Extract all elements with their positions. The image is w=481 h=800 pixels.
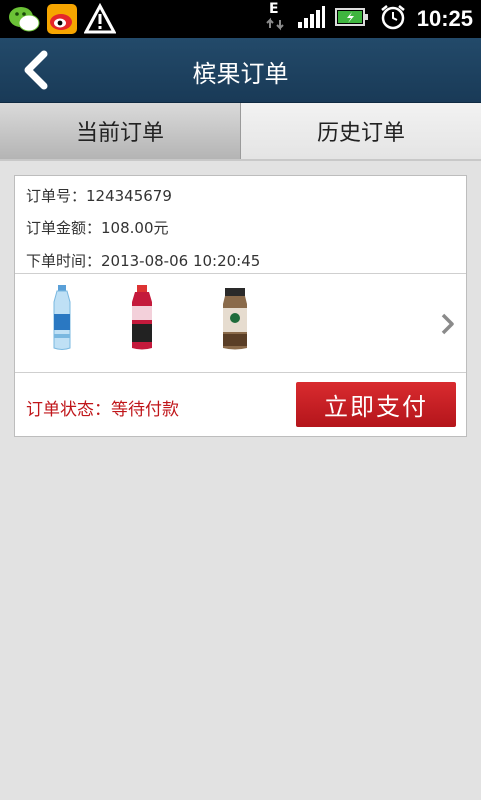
tab-divider xyxy=(0,159,481,161)
order-time: 下单时间：2013-08-06 10:20:45 xyxy=(26,252,261,270)
battery-icon xyxy=(334,6,369,32)
tab-history-orders[interactable]: 历史订单 xyxy=(241,103,481,159)
tab-current-orders[interactable]: 当前订单 xyxy=(0,103,241,159)
product-list[interactable] xyxy=(15,274,466,372)
weibo-icon xyxy=(46,3,78,35)
status-bar: E 10:25 xyxy=(0,0,481,38)
order-amount: 订单金额：108.00元 xyxy=(26,219,169,237)
tab-bar: 当前订单 历史订单 xyxy=(0,103,481,159)
pay-now-button[interactable]: 立即支付 xyxy=(296,382,456,427)
chevron-right-icon[interactable] xyxy=(440,312,456,336)
warning-icon xyxy=(84,3,116,35)
clock: 10:25 xyxy=(416,6,473,31)
wechat-icon xyxy=(8,3,40,35)
svg-text:E: E xyxy=(269,1,279,17)
page-title: 槟果订单 xyxy=(192,60,289,88)
alarm-icon xyxy=(379,3,407,35)
signal-icon xyxy=(297,5,325,33)
water-bottle-image xyxy=(42,284,82,352)
order-card[interactable]: 订单号：124345679 订单金额：108.00元 下单时间：2013-08-… xyxy=(14,175,467,437)
coffee-bottle-image xyxy=(215,284,255,352)
title-bar: 槟果订单 xyxy=(0,38,481,104)
order-status: 订单状态：等待付款 xyxy=(26,400,179,420)
order-number: 订单号：124345679 xyxy=(26,187,172,205)
divider xyxy=(15,372,466,373)
red-drink-bottle-image xyxy=(122,284,162,352)
edge-data-icon: E xyxy=(265,0,287,38)
